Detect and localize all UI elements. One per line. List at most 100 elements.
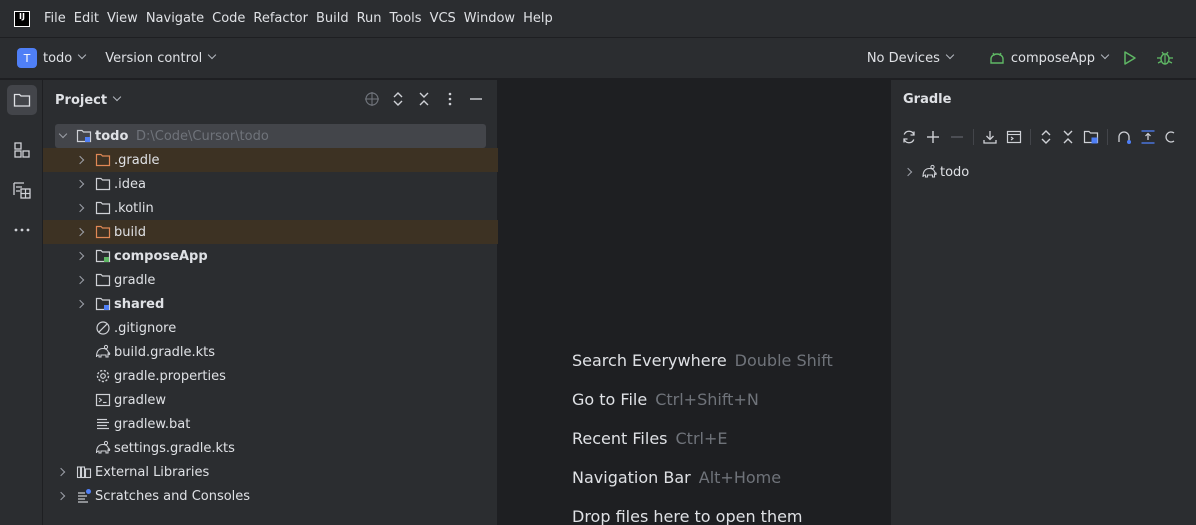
menu-tools[interactable]: Tools — [390, 11, 422, 26]
hint-drop-files: Drop files here to open them — [572, 507, 803, 525]
chevron-right-icon — [56, 491, 66, 501]
expand-all-icon[interactable] — [1039, 129, 1053, 145]
devices-selector[interactable]: No Devices — [867, 51, 940, 66]
collapse-all-icon[interactable] — [1061, 129, 1075, 145]
version-control-menu[interactable]: Version control — [105, 51, 202, 66]
resource-manager-icon — [13, 182, 31, 199]
locate-file-button[interactable] — [363, 90, 381, 108]
gradle-node-todo[interactable]: todo — [903, 162, 970, 182]
tree-item-external-libraries[interactable]: External Libraries — [43, 460, 498, 484]
run-config-selector[interactable]: composeApp — [1011, 51, 1095, 66]
expand-all-button[interactable] — [389, 90, 407, 108]
execute-task-icon[interactable] — [1006, 129, 1022, 145]
menu-code[interactable]: Code — [212, 11, 245, 26]
tree-item-gradlew[interactable]: gradlew — [43, 388, 498, 412]
more-vertical-icon — [448, 92, 452, 106]
menu-file[interactable]: File — [44, 11, 66, 26]
editor-empty-area[interactable]: Search Everywhere Double Shift Go to File… — [499, 80, 889, 525]
scratches-icon — [78, 489, 91, 503]
menu-refactor[interactable]: Refactor — [253, 11, 308, 26]
collapse-all-icon — [419, 92, 429, 106]
tree-item-settings-gradle-kts[interactable]: settings.gradle.kts — [43, 436, 498, 460]
folder-icon — [95, 273, 111, 287]
tree-item-label: .gitignore — [114, 320, 177, 336]
menu-window[interactable]: Window — [464, 11, 515, 26]
root-path: D:\Code\Cursor\todo — [136, 128, 269, 144]
app-logo-icon[interactable]: IJ — [14, 10, 30, 27]
hint-shortcut: Ctrl+Shift+N — [655, 390, 759, 409]
toolbar-separator — [1107, 129, 1108, 145]
structure-icon — [14, 142, 30, 158]
toolbar-separator — [1030, 129, 1031, 145]
library-icon — [76, 466, 92, 479]
chevron-down-icon — [78, 50, 87, 60]
menu-view[interactable]: View — [107, 11, 138, 26]
tree-item-label: gradle — [114, 272, 156, 288]
minus-icon[interactable] — [949, 129, 965, 145]
menu-navigate[interactable]: Navigate — [146, 11, 204, 26]
menu-help[interactable]: Help — [523, 11, 553, 26]
project-selector[interactable]: todo — [43, 51, 72, 66]
link-project-icon[interactable] — [1083, 129, 1099, 145]
resource-manager-button[interactable] — [7, 175, 37, 205]
chevron-down-icon — [112, 92, 122, 102]
plus-icon[interactable] — [925, 129, 941, 145]
terminal-icon — [95, 393, 111, 407]
crosshair-icon — [365, 92, 379, 106]
tree-item-label: .gradle — [114, 152, 160, 168]
toolbar-right: No Devices composeApp — [867, 38, 1196, 78]
options-button[interactable] — [441, 90, 459, 108]
tree-item-label: shared — [114, 296, 165, 312]
more-tools-button[interactable] — [7, 215, 37, 245]
download-icon[interactable] — [982, 129, 998, 145]
run-icon[interactable] — [1122, 50, 1138, 66]
tree-item-scratches[interactable]: Scratches and Consoles — [43, 484, 498, 508]
structure-tool-button[interactable] — [7, 135, 37, 165]
chevron-right-icon — [56, 467, 66, 477]
hint-label: Search Everywhere — [572, 351, 727, 370]
excluded-folder-icon — [95, 153, 111, 167]
tree-item-gradle[interactable]: gradle — [43, 268, 498, 292]
tree-item-label: composeApp — [114, 248, 208, 264]
tree-item-label: build.gradle.kts — [114, 344, 216, 360]
tree-item-idea[interactable]: .idea — [43, 172, 498, 196]
show-toolwindow-icon[interactable] — [1140, 129, 1156, 145]
root-name: todo — [95, 128, 129, 144]
menu-build[interactable]: Build — [316, 11, 349, 26]
tree-item-label: gradlew — [114, 392, 167, 408]
project-tree: todo D:\Code\Cursor\todo .gradle .idea . — [43, 124, 498, 508]
tree-item-build-gradle-kts[interactable]: build.gradle.kts — [43, 340, 498, 364]
menu-run[interactable]: Run — [357, 11, 382, 26]
hint-label: Go to File — [572, 390, 648, 409]
settings-partial-icon[interactable] — [1164, 129, 1176, 145]
project-panel-actions — [363, 90, 485, 108]
hint-label: Recent Files — [572, 429, 668, 448]
tree-item-gitignore[interactable]: .gitignore — [43, 316, 498, 340]
gradle-panel-title: Gradle — [903, 92, 952, 107]
tree-item-build[interactable]: build — [43, 220, 498, 244]
gradle-elephant-icon — [95, 344, 111, 358]
tree-root-todo[interactable]: todo D:\Code\Cursor\todo — [55, 124, 486, 148]
tree-item-gradlew-bat[interactable]: gradlew.bat — [43, 412, 498, 436]
dependency-analyzer-icon[interactable] — [1116, 129, 1132, 145]
hide-panel-button[interactable] — [467, 90, 485, 108]
chevron-down-icon — [945, 50, 955, 60]
chevron-right-icon — [75, 179, 85, 189]
tree-item-kotlin[interactable]: .kotlin — [43, 196, 498, 220]
project-tool-button[interactable] — [7, 85, 37, 115]
tree-item-gradle-properties[interactable]: gradle.properties — [43, 364, 498, 388]
tree-item-composeapp[interactable]: composeApp — [43, 244, 498, 268]
chevron-right-icon — [75, 299, 85, 309]
tree-item-shared[interactable]: shared — [43, 292, 498, 316]
debug-icon[interactable] — [1156, 49, 1174, 67]
sync-icon[interactable] — [901, 129, 917, 145]
tree-item-gradle-cache[interactable]: .gradle — [43, 148, 498, 172]
menu-edit[interactable]: Edit — [74, 11, 99, 26]
hint-go-to-file: Go to File Ctrl+Shift+N — [572, 390, 759, 409]
project-badge[interactable]: T — [17, 48, 37, 68]
gradle-node-label: todo — [940, 164, 970, 180]
tree-item-label: .kotlin — [114, 200, 154, 216]
menu-vcs[interactable]: VCS — [430, 11, 456, 26]
collapse-all-button[interactable] — [415, 90, 433, 108]
hint-label: Drop files here to open them — [572, 507, 803, 525]
